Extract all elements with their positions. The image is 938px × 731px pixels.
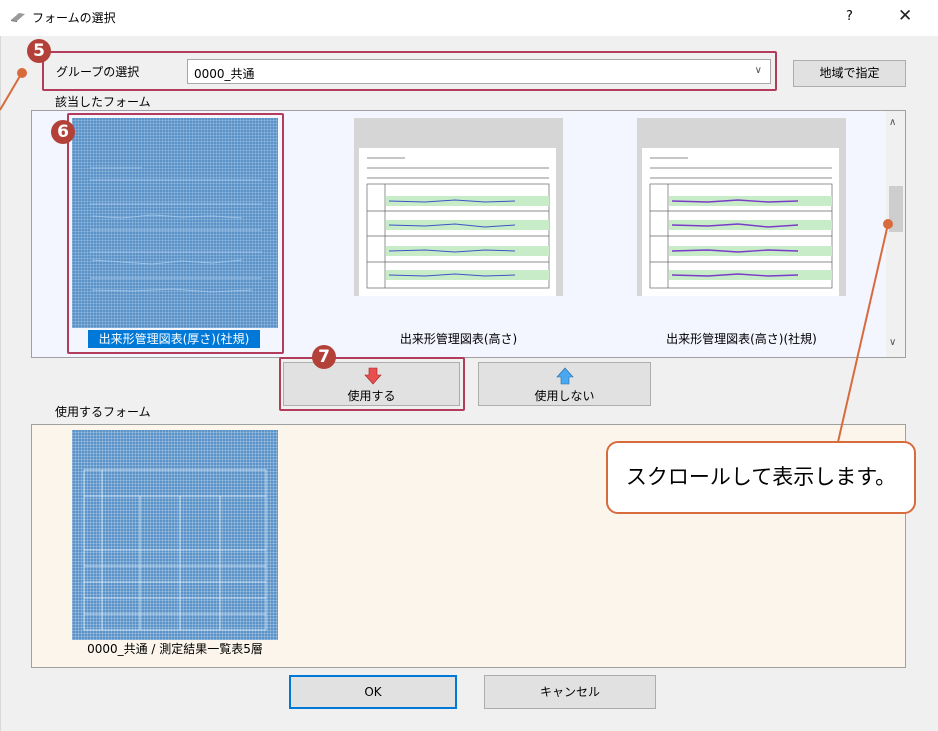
close-button[interactable]: ✕ [898, 6, 912, 26]
form-sheet [359, 148, 556, 296]
thumbnail-caption: 出来形管理図表(高さ) [399, 332, 518, 346]
help-button[interactable]: ? [846, 9, 853, 24]
form-preview-lines [83, 469, 267, 631]
callout-pointer-left [0, 68, 27, 111]
arrow-up-icon [556, 367, 574, 385]
form-thumbnail[interactable] [354, 118, 563, 296]
form-thumbnail[interactable] [637, 118, 846, 296]
matched-forms-label: 該当したフォーム [55, 95, 151, 109]
form-preview-lines [366, 157, 550, 289]
form-preview-lines [649, 157, 833, 289]
used-form-caption: 0000_共通 / 測定結果一覧表5層 [87, 642, 263, 656]
step-badge-5: 5 [27, 39, 51, 63]
title-bar [0, 0, 938, 36]
highlight-use-button [279, 357, 465, 411]
form-sheet [642, 148, 839, 296]
unuse-button[interactable]: 使用しない [478, 362, 651, 406]
highlight-group-select [42, 51, 777, 91]
form-app-icon [11, 13, 25, 22]
ok-button[interactable]: OK [289, 675, 457, 709]
callout-pointer [837, 219, 893, 443]
unuse-button-label: 使用しない [534, 389, 595, 403]
step-badge-6: 6 [51, 120, 75, 144]
region-button[interactable]: 地域で指定 [793, 60, 906, 87]
highlight-thumbnail [67, 113, 284, 354]
used-form-thumbnail[interactable] [72, 430, 278, 640]
scroll-hint-callout: スクロールして表示します。 [606, 441, 916, 514]
cancel-button[interactable]: キャンセル [484, 675, 656, 709]
thumbnail-caption: 出来形管理図表(高さ)(社規) [666, 332, 817, 346]
window-title: フォームの選択 [32, 11, 116, 25]
step-badge-7: 7 [312, 345, 336, 369]
scroll-up-icon[interactable]: ∧ [889, 117, 896, 128]
used-forms-label: 使用するフォーム [55, 405, 151, 419]
